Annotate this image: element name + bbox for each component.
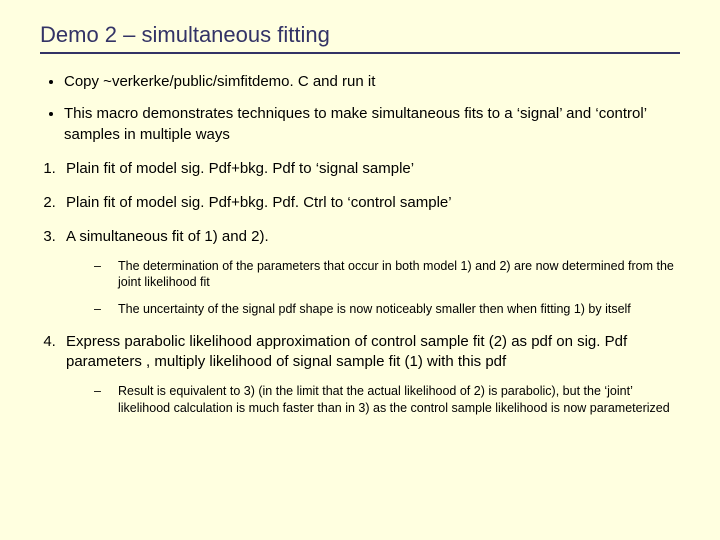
step-text: Plain fit of model sig. Pdf+bkg. Pdf. Ct… xyxy=(66,194,452,211)
step-text: Express parabolic likelihood approximati… xyxy=(66,333,627,370)
sub-item: Result is equivalent to 3) (in the limit… xyxy=(94,383,680,417)
step-item: A simultaneous fit of 1) and 2). The det… xyxy=(60,227,680,318)
step-item: Plain fit of model sig. Pdf+bkg. Pdf. Ct… xyxy=(60,193,680,213)
numbered-steps: Plain fit of model sig. Pdf+bkg. Pdf to … xyxy=(40,159,680,417)
step-text: Plain fit of model sig. Pdf+bkg. Pdf to … xyxy=(66,160,414,177)
sub-item: The uncertainty of the signal pdf shape … xyxy=(94,301,680,318)
intro-bullet: Copy ~verkerke/public/simfitdemo. C and … xyxy=(64,72,680,92)
intro-bullets: Copy ~verkerke/public/simfitdemo. C and … xyxy=(40,72,680,145)
sub-item: The determination of the parameters that… xyxy=(94,258,680,292)
step-subs: Result is equivalent to 3) (in the limit… xyxy=(66,383,680,417)
step-subs: The determination of the parameters that… xyxy=(66,258,680,319)
step-text: A simultaneous fit of 1) and 2). xyxy=(66,228,269,245)
step-item: Express parabolic likelihood approximati… xyxy=(60,332,680,416)
intro-bullet: This macro demonstrates techniques to ma… xyxy=(64,104,680,145)
slide-title: Demo 2 – simultaneous fitting xyxy=(40,22,680,54)
step-item: Plain fit of model sig. Pdf+bkg. Pdf to … xyxy=(60,159,680,179)
slide: Demo 2 – simultaneous fitting Copy ~verk… xyxy=(0,0,720,450)
